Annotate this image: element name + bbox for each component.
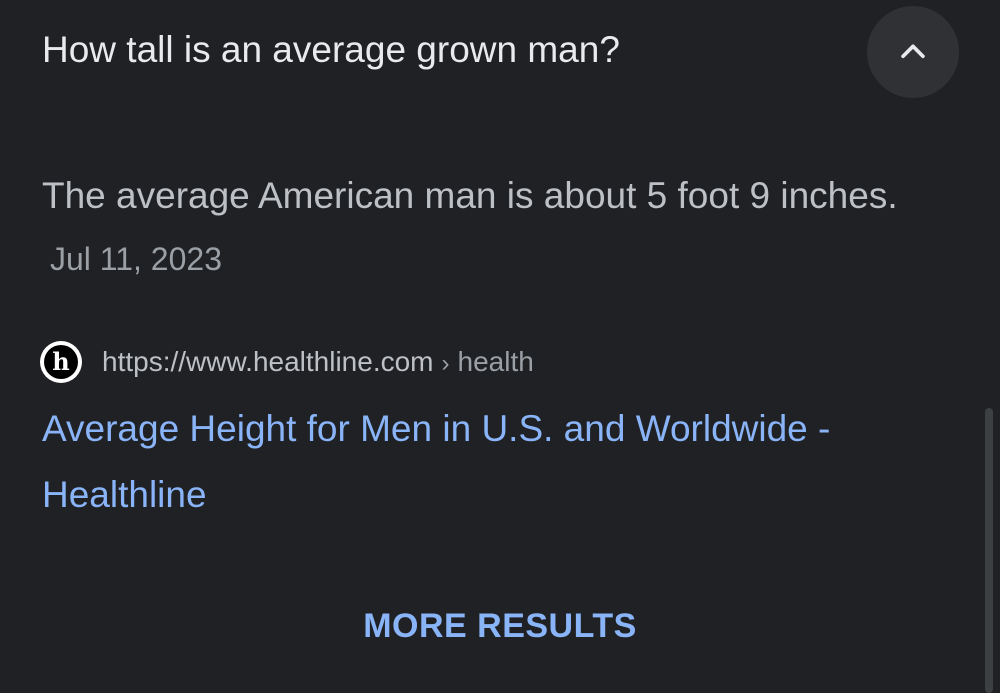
question-heading[interactable]: How tall is an average grown man? <box>42 26 620 74</box>
scrollbar[interactable] <box>985 408 993 693</box>
answer-text: The average American man is about 5 foot… <box>42 175 898 216</box>
collapse-button[interactable] <box>867 6 959 98</box>
source-domain: https://www.healthline.com <box>102 346 434 377</box>
source-path: health <box>457 346 534 377</box>
healthline-favicon-icon: h <box>40 341 82 383</box>
answer-snippet: The average American man is about 5 foot… <box>42 165 922 290</box>
breadcrumb-separator: › <box>441 350 450 377</box>
source-url[interactable]: https://www.healthline.com › health <box>102 346 534 378</box>
more-results-button[interactable]: MORE RESULTS <box>0 602 1000 650</box>
favicon-letter: h <box>44 345 78 379</box>
source-attribution[interactable]: h https://www.healthline.com › health <box>40 340 534 384</box>
result-title-link[interactable]: Average Height for Men in U.S. and World… <box>42 396 942 528</box>
chevron-up-icon <box>901 44 925 59</box>
answer-date: Jul 11, 2023 <box>50 241 222 277</box>
